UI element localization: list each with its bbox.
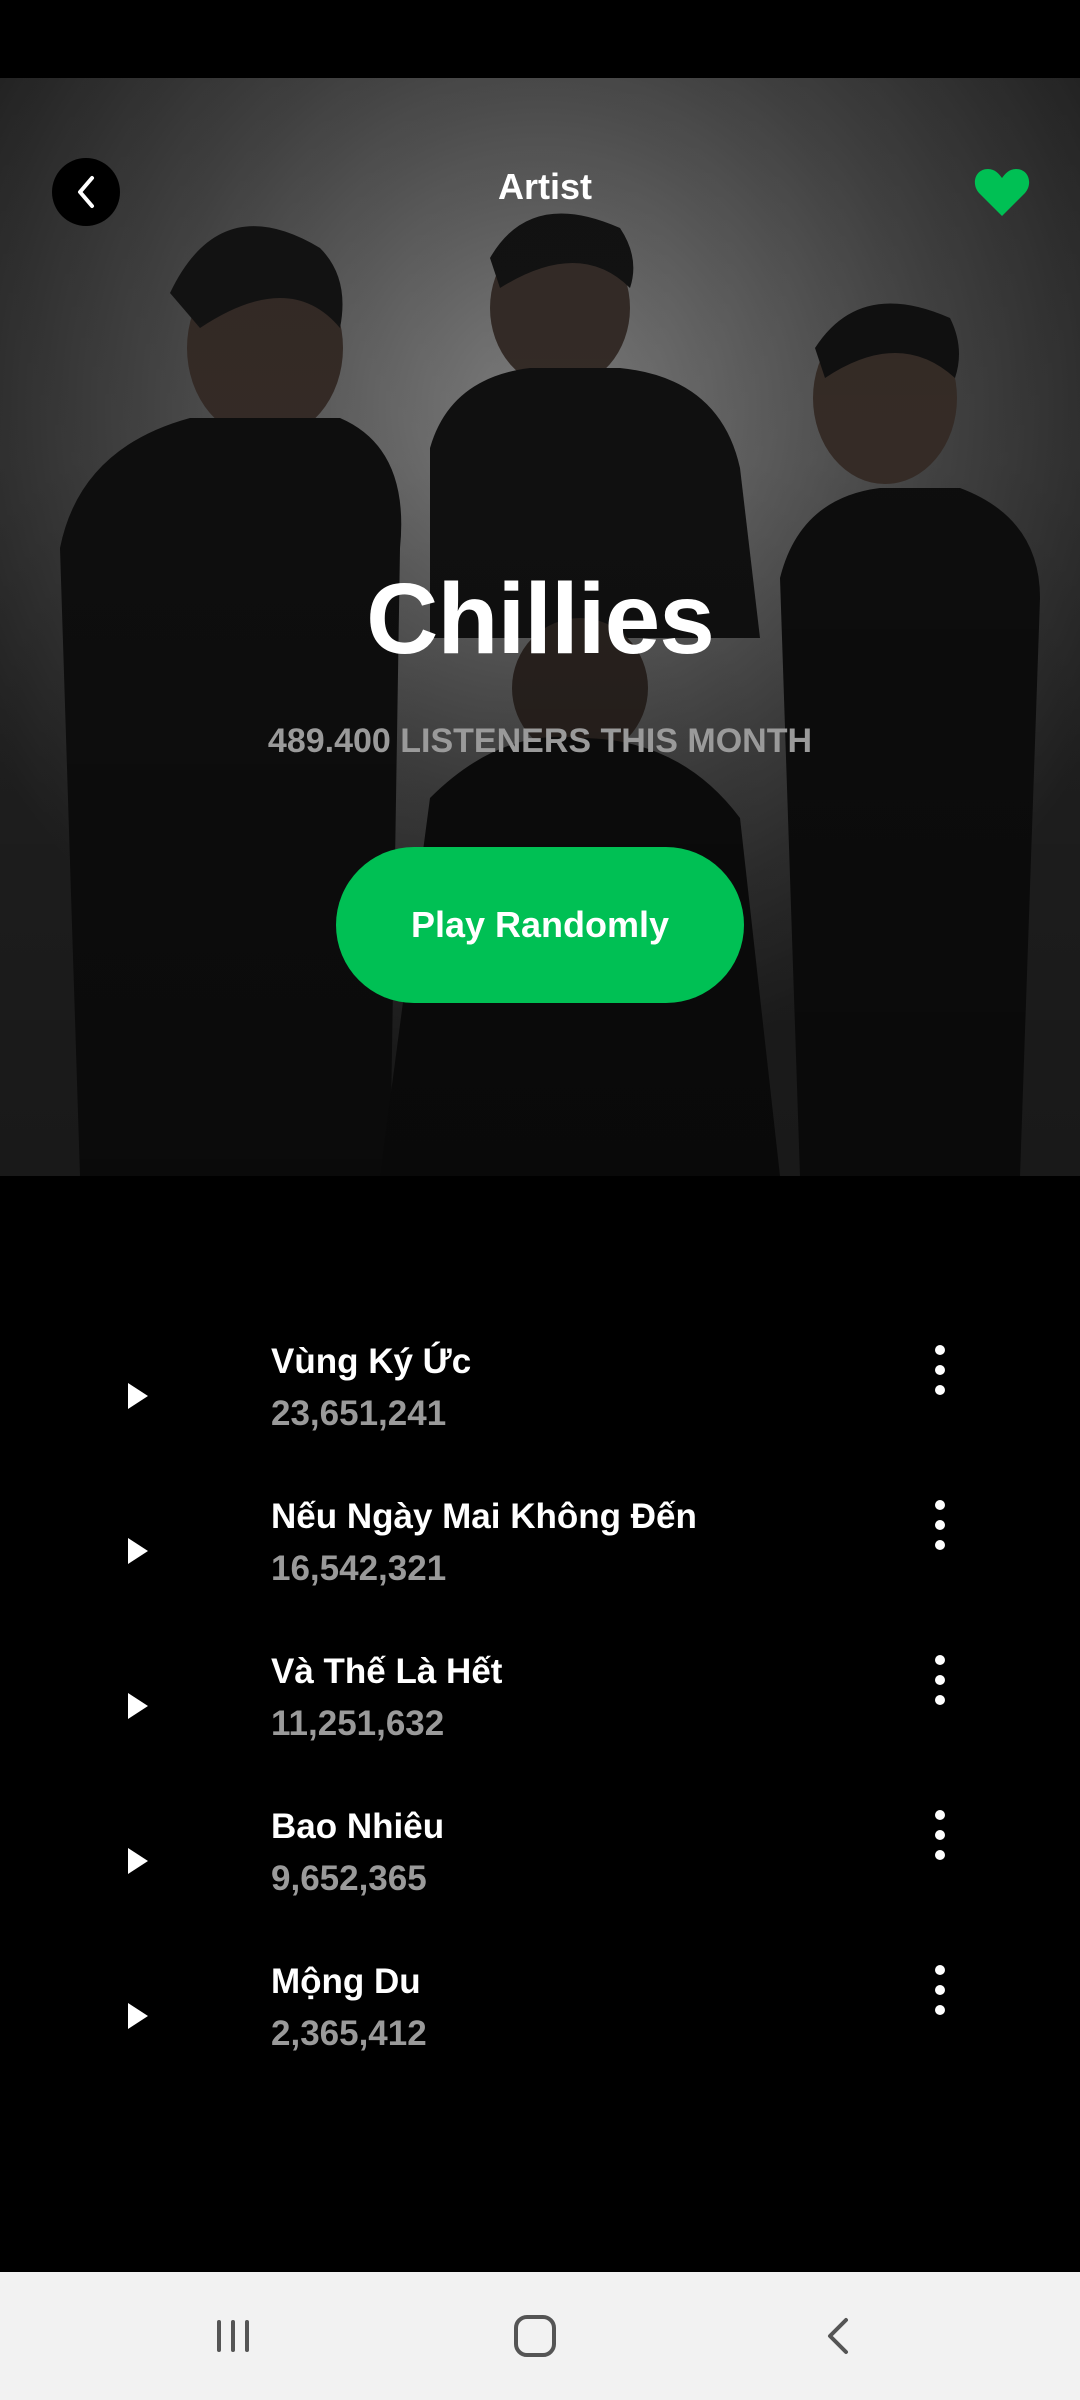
track-title: Nếu Ngày Mai Không Đến [271,1497,697,1536]
favorite-button[interactable] [970,162,1034,222]
chevron-left-icon [78,176,94,208]
play-icon[interactable] [118,1376,158,1416]
play-randomly-button[interactable]: Play Randomly [336,847,744,1003]
track-title: Và Thế Là Hết [271,1652,503,1691]
status-bar [0,0,1080,78]
track-row[interactable]: Mộng Du 2,365,412 [0,1950,1080,2105]
system-nav-bar [0,2272,1080,2400]
track-row[interactable]: Vùng Ký Ức 23,651,241 [0,1330,1080,1485]
track-play-count: 11,251,632 [271,1704,445,1743]
play-icon[interactable] [118,1841,158,1881]
track-title: Mộng Du [271,1962,421,2001]
play-icon[interactable] [118,1686,158,1726]
track-play-count: 2,365,412 [271,2014,427,2053]
artist-name: Chillies [366,563,715,675]
more-options-icon[interactable] [920,1950,960,2030]
heart-icon [974,169,1030,216]
track-play-count: 23,651,241 [271,1394,447,1433]
track-row[interactable]: Và Thế Là Hết 11,251,632 [0,1640,1080,1795]
track-title: Vùng Ký Ức [271,1342,472,1381]
more-options-icon[interactable] [920,1485,960,1565]
monthly-listeners: 489.400 LISTENERS THIS MONTH [267,722,813,760]
track-list: Vùng Ký Ức 23,651,241 Nếu Ngày Mai Không… [0,1330,1080,2105]
recents-icon[interactable] [193,2296,273,2376]
play-icon[interactable] [118,1531,158,1571]
track-row[interactable]: Nếu Ngày Mai Không Đến 16,542,321 [0,1485,1080,1640]
play-icon[interactable] [118,1996,158,2036]
page-title: Artist [497,166,592,207]
back-button[interactable] [52,158,120,226]
track-play-count: 9,652,365 [271,1859,427,1898]
artist-screen: Artist Chillies 489.400 LISTENERS THIS M… [0,0,1080,2400]
more-options-icon[interactable] [920,1330,960,1410]
more-options-icon[interactable] [920,1640,960,1720]
track-play-count: 16,542,321 [271,1549,447,1588]
home-icon[interactable] [495,2296,575,2376]
back-icon[interactable] [798,2296,878,2376]
track-row[interactable]: Bao Nhiêu 9,652,365 [0,1795,1080,1950]
track-title: Bao Nhiêu [271,1807,445,1846]
more-options-icon[interactable] [920,1795,960,1875]
